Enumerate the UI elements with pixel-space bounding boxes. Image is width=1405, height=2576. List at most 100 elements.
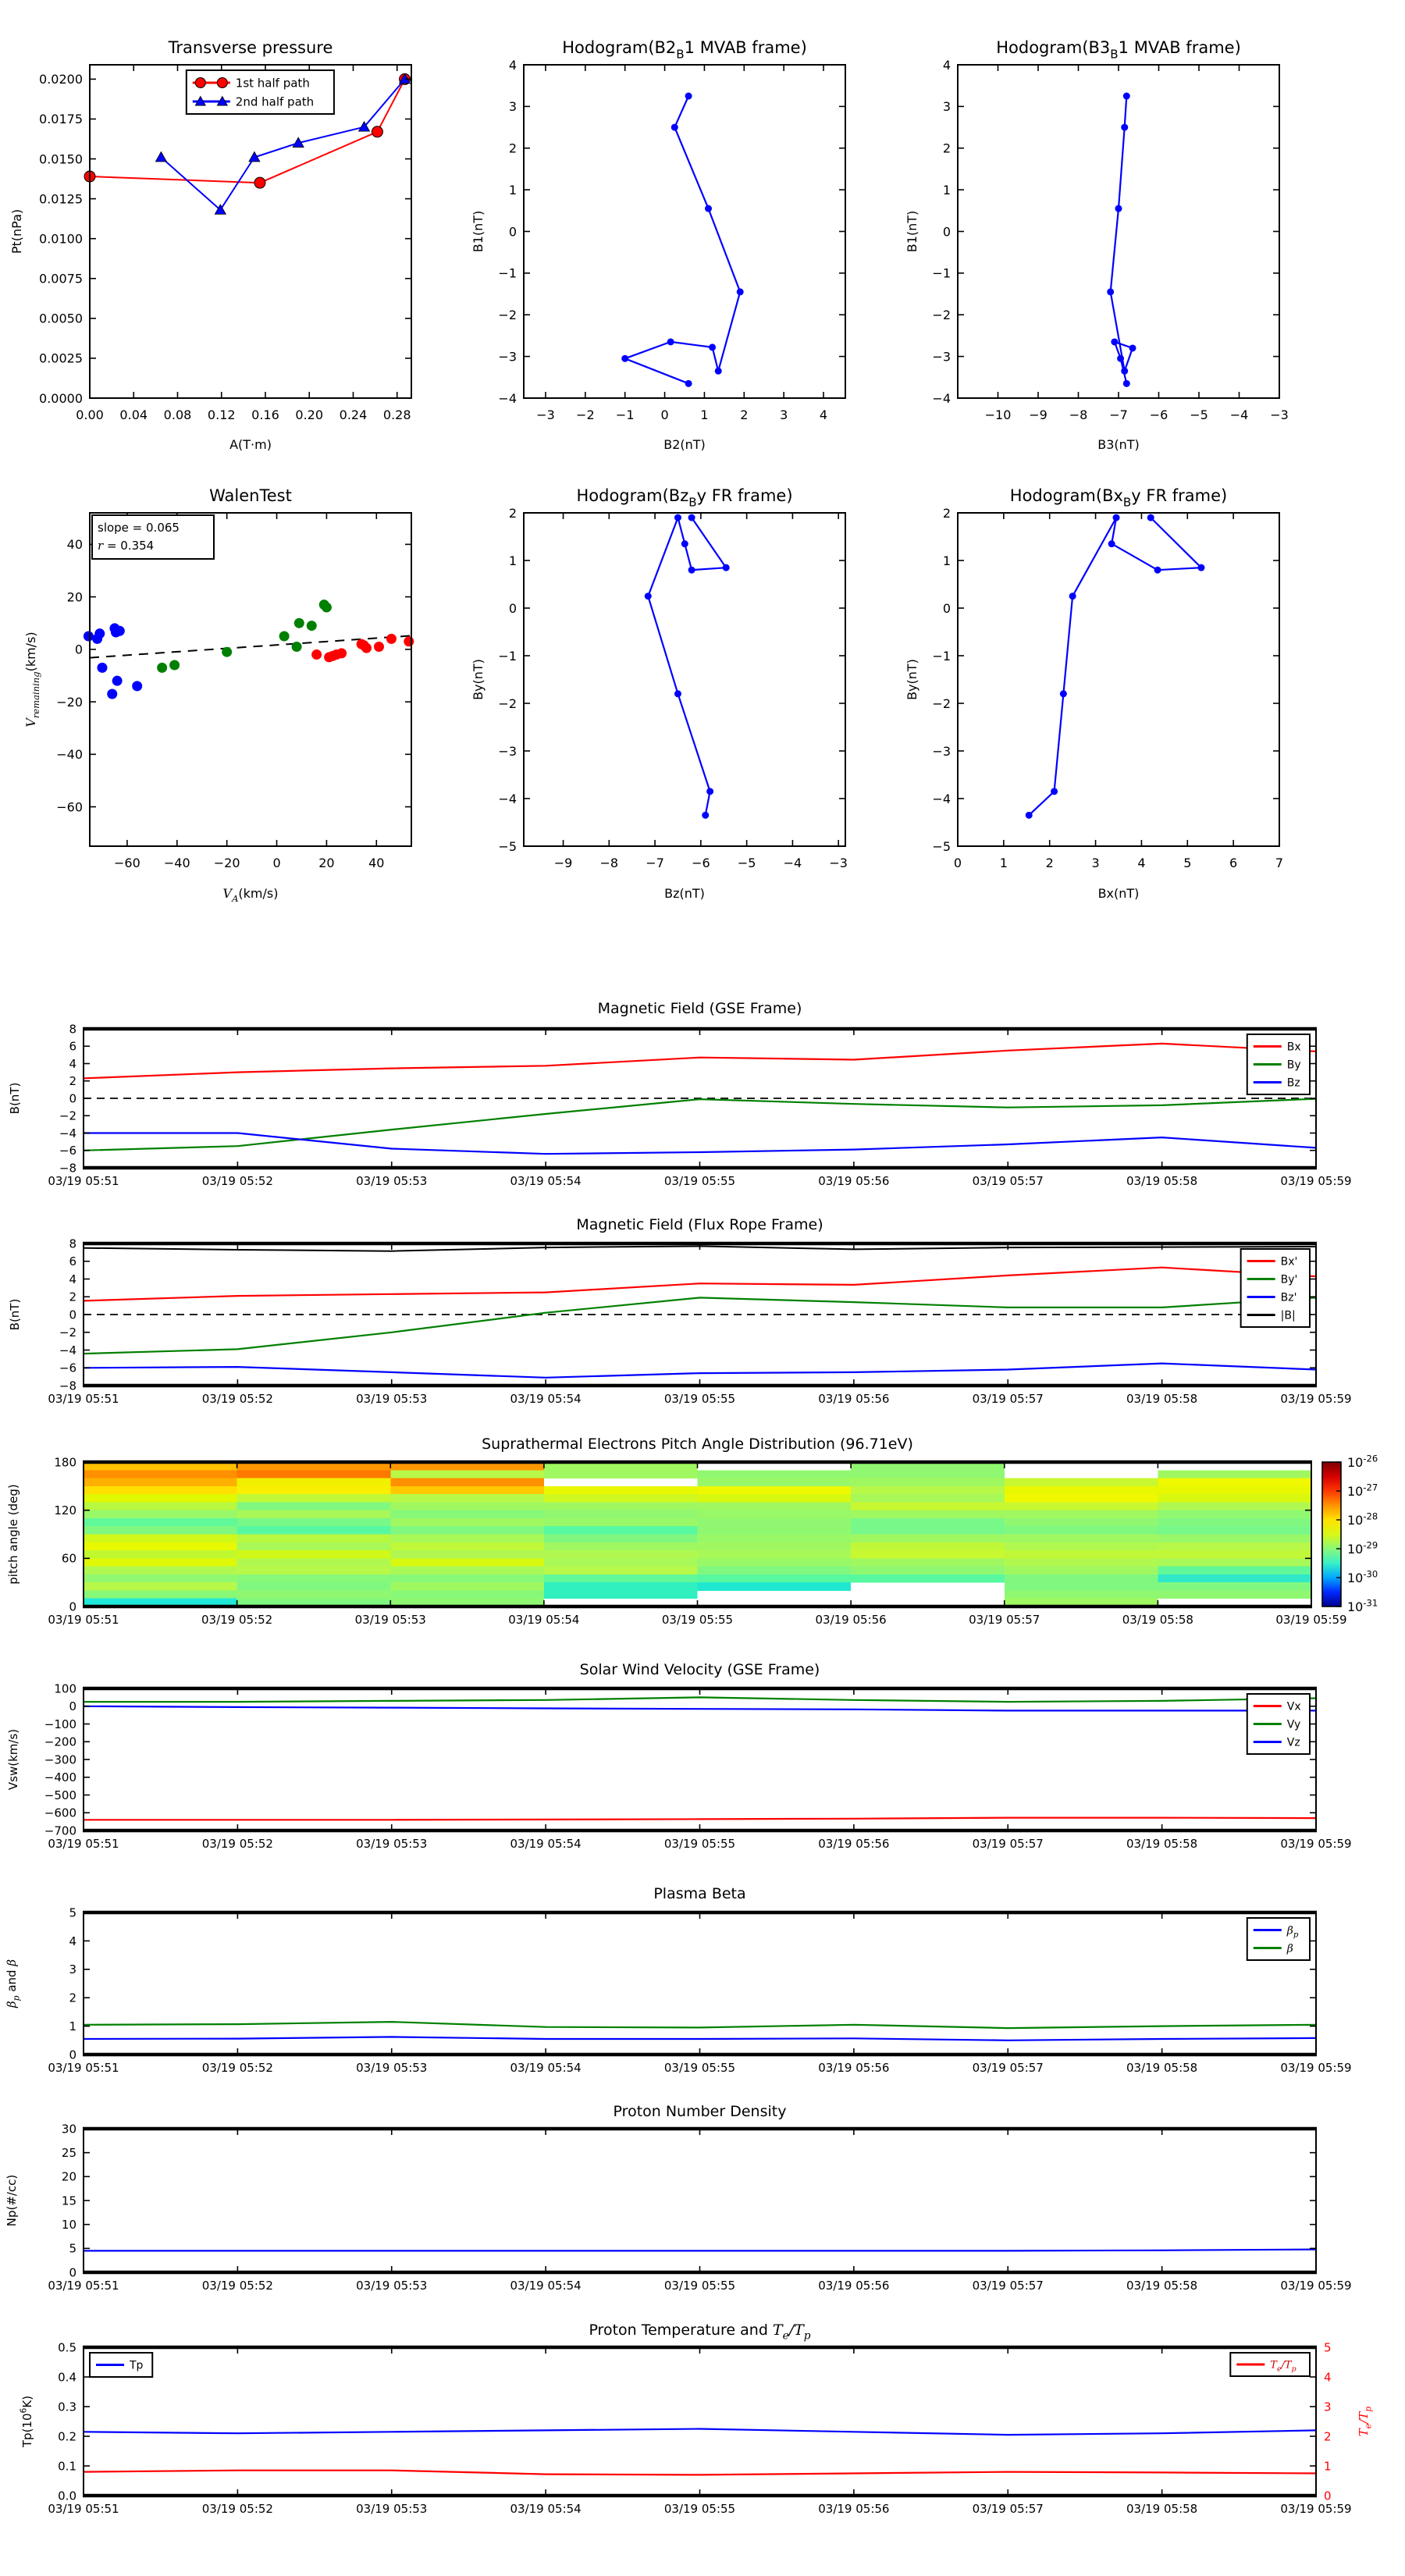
y-tick-label: −2 bbox=[59, 1109, 76, 1123]
axes-frame bbox=[83, 1910, 1317, 2057]
panel-proton-density: 03/19 05:51 03/19 05:52 03/19 05:53 03/19 0… bbox=[5, 2103, 1352, 2293]
tick-marks bbox=[90, 513, 411, 846]
x-tick-label: 03/19 05:57 bbox=[973, 2061, 1044, 2075]
y-tick-label: 0.2 bbox=[58, 2429, 76, 2443]
axes-frame bbox=[89, 64, 412, 399]
x-tick-label: 03/19 05:54 bbox=[510, 2279, 582, 2293]
right-y-tick-label: 0 bbox=[1324, 2489, 1332, 2503]
legend: Bx By Bz bbox=[1246, 1034, 1311, 1095]
panel-magnetic-field-gse: 03/19 05:51 03/19 05:52 03/19 05:53 03/19 0… bbox=[8, 1000, 1352, 1188]
y-tick-label: −8 bbox=[59, 1379, 76, 1393]
y-tick-label: 20 bbox=[67, 589, 83, 604]
x-tick-label: 03/19 05:53 bbox=[355, 1613, 426, 1627]
x-tick-label: 03/19 05:56 bbox=[818, 1174, 889, 1188]
y-tick-label: 20 bbox=[62, 2170, 76, 2184]
y-tick-label: −1 bbox=[932, 649, 951, 664]
x-tick-label: 03/19 05:59 bbox=[1275, 1613, 1346, 1627]
y-tick-label: 1 bbox=[943, 183, 951, 197]
x-tick-label: 03/19 05:59 bbox=[1280, 1174, 1351, 1188]
panel-hodogram-bx-by: 0 1 2 3 4 5 6 7 −5 −4 −3 −2 −1 0 1 2 Hodogram(BxBy FR fr… bbox=[905, 486, 1283, 901]
y-tick-label: 0 bbox=[509, 224, 517, 239]
x-tick-label: 03/19 05:59 bbox=[1280, 1392, 1351, 1406]
x-tick-label: 03/19 05:58 bbox=[1126, 1174, 1197, 1188]
x-tick-label: 03/19 05:57 bbox=[973, 1174, 1044, 1188]
x-tick-label: 03/19 05:59 bbox=[1280, 2279, 1351, 2293]
series-beta-p bbox=[83, 2036, 1317, 2041]
panel-title: Solar Wind Velocity (GSE Frame) bbox=[580, 1661, 820, 1678]
x-tick-label: 03/19 05:53 bbox=[356, 2061, 427, 2075]
legend-label: Tp bbox=[129, 2360, 144, 2372]
legend: Bx' By' Bz' |B| bbox=[1240, 1248, 1311, 1328]
x-tick-label: 0.16 bbox=[251, 407, 279, 422]
y-tick-label: −400 bbox=[44, 1770, 76, 1784]
x-tick-label: 03/19 05:56 bbox=[816, 1613, 887, 1627]
tick-marks bbox=[524, 512, 845, 847]
y-tick-label: −4 bbox=[498, 391, 517, 406]
panel-title: Transverse pressure bbox=[168, 38, 333, 57]
y-tick-label: −2 bbox=[59, 1325, 76, 1340]
panel-walen-test: −60 −40 −20 0 20 40 −60 −40 −20 0 20 40 WalenTest VA(… bbox=[23, 486, 414, 904]
x-tick-label: 0 bbox=[954, 856, 962, 870]
x-tick-label: 6 bbox=[1229, 856, 1237, 870]
panel-title: Hodogram(B3B1 MVAB frame) bbox=[996, 38, 1241, 61]
y-tick-label: 0 bbox=[69, 2265, 76, 2279]
axes-frame bbox=[83, 2345, 1317, 2498]
series-bx-by-path bbox=[1025, 514, 1205, 819]
legend-1: Te/Tp bbox=[1229, 2352, 1311, 2377]
y-tick-label: 0.0125 bbox=[39, 191, 83, 206]
x-tick-label: 03/19 05:55 bbox=[664, 2279, 735, 2293]
y-axis-label: Np(#/cc) bbox=[5, 2175, 19, 2227]
y-tick-label: 0.0050 bbox=[39, 311, 83, 326]
x-tick-label: −2 bbox=[576, 407, 595, 422]
panel-magnetic-field-flux-rope: 03/19 05:51 03/19 05:52 03/19 05:53 03/19 0… bbox=[8, 1216, 1352, 1406]
x-tick-label: 03/19 05:58 bbox=[1126, 2279, 1197, 2293]
y-tick-label: −6 bbox=[59, 1144, 76, 1158]
legend-label: Vx bbox=[1287, 1701, 1301, 1713]
x-tick-label: 1 bbox=[700, 407, 708, 422]
x-tick-label: 0 bbox=[660, 407, 668, 422]
x-tick-label: 03/19 05:51 bbox=[48, 1392, 119, 1406]
x-tick-label: 03/19 05:52 bbox=[202, 2502, 273, 2516]
x-tick-label: 03/19 05:55 bbox=[664, 2502, 735, 2516]
colorbar-tick-label: 10-26 bbox=[1347, 1453, 1378, 1470]
x-tick-label: −9 bbox=[1029, 407, 1048, 422]
series-middle-points bbox=[157, 600, 332, 673]
panel-title: Proton Temperature and Te/Tp bbox=[589, 2322, 810, 2343]
y-tick-label: 2 bbox=[69, 1074, 76, 1088]
x-tick-label: 03/19 05:56 bbox=[818, 2502, 889, 2516]
y-tick-label: 3 bbox=[509, 99, 517, 114]
x-tick-label: 03/19 05:56 bbox=[818, 1837, 889, 1851]
x-tick-label: 03/19 05:59 bbox=[1280, 1837, 1351, 1851]
x-tick-label: 03/19 05:56 bbox=[818, 2279, 889, 2293]
y-tick-label: 0 bbox=[69, 1699, 76, 1713]
y-tick-label: 0.0025 bbox=[39, 351, 83, 366]
series-b2-b1-path bbox=[621, 92, 744, 387]
x-tick-label: 3 bbox=[780, 407, 788, 422]
x-tick-label: 03/19 05:57 bbox=[973, 2279, 1044, 2293]
y-tick-label: −3 bbox=[498, 744, 517, 759]
x-tick-label: 0 bbox=[272, 856, 280, 870]
x-tick-label: 03/19 05:56 bbox=[818, 2061, 889, 2075]
x-tick-label: 03/19 05:58 bbox=[1122, 1613, 1193, 1627]
y-tick-label: 30 bbox=[62, 2122, 76, 2136]
x-tick-label: 4 bbox=[820, 407, 827, 422]
x-tick-label: 03/19 05:58 bbox=[1126, 2502, 1197, 2516]
y-tick-label: −5 bbox=[932, 839, 951, 854]
x-tick-label: −3 bbox=[829, 856, 848, 870]
y-axis-label: Vremaining(km/s) bbox=[23, 632, 41, 727]
y-tick-label: 2 bbox=[69, 1290, 76, 1304]
y-tick-label: 3 bbox=[943, 99, 951, 114]
panel-hodogram-bz-by: −9 −8 −7 −6 −5 −4 −3 −5 −4 −3 −2 −1 0 1 2 Hodogram(BzBy… bbox=[471, 486, 848, 901]
x-tick-label: 40 bbox=[368, 856, 384, 870]
series-bx- bbox=[83, 1266, 1317, 1302]
panel-solar-wind-velocity: 03/19 05:51 03/19 05:52 03/19 05:53 03/19 0… bbox=[6, 1661, 1352, 1851]
panel-plasma-beta: 03/19 05:51 03/19 05:52 03/19 05:53 03/19 0… bbox=[5, 1885, 1352, 2075]
x-tick-label: 03/19 05:58 bbox=[1126, 1392, 1197, 1406]
x-tick-label: 03/19 05:57 bbox=[973, 2502, 1044, 2516]
x-tick-label: −9 bbox=[554, 856, 573, 870]
tick-marks bbox=[524, 64, 845, 399]
y-tick-label: 10 bbox=[62, 2218, 76, 2232]
panel-title: Hodogram(BzBy FR frame) bbox=[576, 486, 792, 509]
y-tick-label: −2 bbox=[932, 308, 951, 322]
y-tick-label: 40 bbox=[67, 537, 83, 552]
